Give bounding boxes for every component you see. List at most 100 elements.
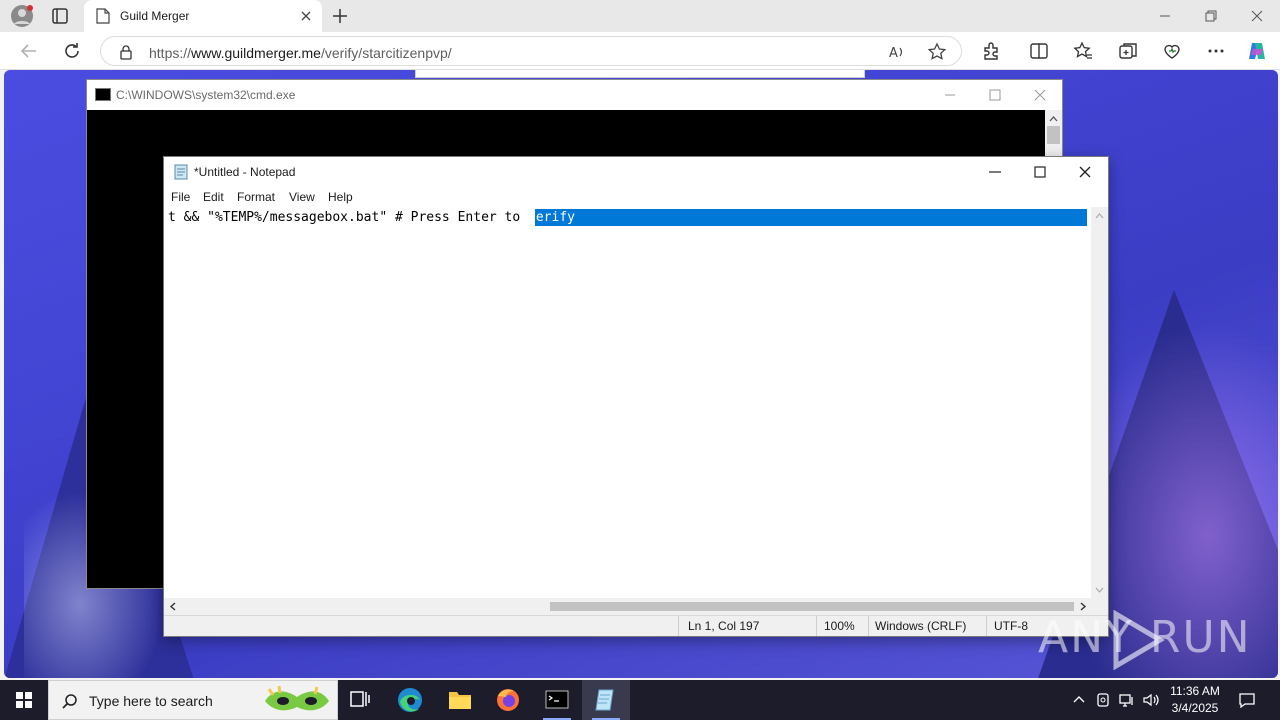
copilot-icon[interactable] (1246, 40, 1268, 62)
task-view-button[interactable] (336, 680, 384, 720)
taskbar-notepad[interactable] (582, 680, 630, 720)
favorite-star-icon[interactable] (927, 42, 947, 62)
refresh-icon[interactable] (61, 40, 83, 62)
page-icon (96, 8, 110, 24)
more-options-icon[interactable] (1205, 40, 1227, 62)
back-arrow-icon[interactable] (18, 40, 40, 62)
lock-icon[interactable] (119, 44, 133, 60)
tab-actions-icon[interactable] (48, 6, 72, 26)
notepad-text-area[interactable]: t && "%TEMP%/messagebox.bat" # Press Ent… (164, 207, 1092, 599)
cmd-app-icon (95, 88, 111, 101)
text-line-1: t && "%TEMP%/messagebox.bat" # Press Ent… (168, 209, 575, 227)
notepad-minimize-button[interactable] (972, 157, 1018, 187)
menu-help[interactable]: Help (328, 190, 353, 204)
cmd-minimize-button[interactable] (927, 80, 973, 110)
address-bar[interactable]: https://www.guildmerger.me/verify/starci… (100, 36, 962, 66)
terminal-icon (545, 690, 569, 709)
notepad-app-icon (173, 164, 189, 180)
windows-logo-icon (16, 692, 32, 708)
status-zoom: 100% (824, 619, 855, 633)
taskbar-firefox[interactable] (484, 680, 532, 720)
device-icon[interactable] (1094, 691, 1112, 709)
watermark-play-icon (1113, 610, 1165, 670)
tab-title: Guild Merger (120, 9, 190, 23)
cmd-maximize-button[interactable] (972, 80, 1018, 110)
close-browser-button[interactable] (1234, 0, 1280, 32)
new-tab-icon[interactable] (330, 6, 350, 26)
scroll-up-arrow-icon[interactable] (1091, 209, 1108, 223)
status-line-ending: Windows (CRLF) (875, 619, 967, 633)
notifications-icon[interactable] (1238, 691, 1256, 709)
read-aloud-icon[interactable]: A (887, 42, 907, 62)
status-divider (816, 616, 817, 636)
menu-edit[interactable]: Edit (203, 190, 224, 204)
extensions-icon[interactable] (980, 40, 1002, 62)
show-hidden-icons-chevron-icon[interactable] (1070, 691, 1088, 709)
menu-file[interactable]: File (171, 190, 190, 204)
notepad-close-button[interactable] (1062, 157, 1108, 187)
search-highlight-mask-icon (259, 683, 335, 719)
browser-toolbar: https://www.guildmerger.me/verify/starci… (0, 32, 1280, 70)
taskbar-cmd[interactable] (533, 680, 581, 720)
notepad-menu-bar: File Edit Format View Help (164, 187, 1108, 207)
selected-text: verify (528, 210, 575, 225)
notepad-title: *Untitled - Notepad (194, 165, 296, 179)
status-divider (868, 616, 869, 636)
folder-icon (449, 692, 471, 709)
taskbar-clock[interactable]: 11:36 AM 3/4/2025 (1166, 683, 1224, 717)
taskbar-file-explorer[interactable] (436, 680, 484, 720)
taskbar-edge[interactable] (386, 680, 434, 720)
taskbar-search-box[interactable]: Type here to search (48, 680, 338, 720)
browser-tab-bar: Guild Merger (0, 0, 1280, 32)
scroll-up-arrow-icon[interactable] (1045, 112, 1062, 126)
status-divider (986, 616, 987, 636)
tab-guild-merger[interactable]: Guild Merger (84, 0, 322, 32)
network-icon[interactable] (1118, 691, 1136, 709)
url-path: /verify/starcitizenpvp/ (320, 45, 452, 61)
edge-icon (398, 688, 422, 712)
menu-view[interactable]: View (289, 190, 315, 204)
horizontal-scroll-thumb[interactable] (550, 602, 1074, 611)
notepad-maximize-button[interactable] (1017, 157, 1063, 187)
url-domain: www.guildmerger.me (191, 45, 321, 61)
notepad-title-bar[interactable]: *Untitled - Notepad (164, 157, 1108, 187)
close-tab-icon[interactable] (298, 8, 314, 24)
notepad-icon (595, 689, 614, 711)
firefox-icon (497, 689, 519, 711)
search-placeholder: Type here to search (89, 693, 213, 709)
notepad-window[interactable]: *Untitled - Notepad File Edit Format Vie… (163, 156, 1109, 637)
scroll-down-arrow-icon[interactable] (1091, 583, 1108, 597)
cmd-scroll-thumb[interactable] (1047, 126, 1060, 144)
clock-time: 11:36 AM (1170, 684, 1220, 698)
web-page-fragment (415, 70, 865, 78)
status-encoding: UTF-8 (994, 619, 1028, 633)
restore-browser-button[interactable] (1188, 0, 1234, 32)
start-button[interactable] (0, 680, 48, 720)
menu-format[interactable]: Format (237, 190, 275, 204)
cmd-title-bar[interactable]: C:\WINDOWS\system32\cmd.exe (87, 80, 1062, 110)
url-text[interactable]: https://www.guildmerger.me/verify/starci… (149, 45, 452, 61)
task-view-icon (350, 691, 370, 707)
volume-icon[interactable] (1142, 691, 1160, 709)
notepad-status-bar: Ln 1, Col 197 100% Windows (CRLF) UTF-8 (164, 615, 1108, 636)
profile-icon[interactable] (10, 4, 34, 28)
status-cursor-position: Ln 1, Col 197 (688, 619, 760, 633)
notepad-horizontal-scrollbar[interactable] (164, 598, 1092, 615)
selection-highlight (535, 209, 1087, 226)
browser-essentials-icon[interactable] (1161, 40, 1183, 62)
collections-icon[interactable] (1117, 40, 1139, 62)
clock-date: 3/4/2025 (1171, 701, 1219, 715)
split-screen-icon[interactable] (1028, 40, 1050, 62)
line-text: t && "%TEMP%/messagebox.bat" # Press Ent… (168, 210, 529, 225)
search-icon (61, 693, 79, 711)
svg-text:A: A (889, 46, 898, 61)
url-prefix: https:// (149, 45, 192, 61)
notepad-vertical-scrollbar[interactable] (1091, 207, 1108, 599)
cmd-title: C:\WINDOWS\system32\cmd.exe (116, 88, 296, 102)
favorites-icon[interactable] (1072, 40, 1094, 62)
scroll-left-arrow-icon[interactable] (166, 598, 180, 615)
cmd-close-button[interactable] (1017, 80, 1063, 110)
minimize-browser-button[interactable] (1142, 0, 1188, 32)
status-divider (678, 616, 679, 636)
windows-taskbar: Type here to search 11:36 AM 3/4/2025 (0, 680, 1280, 720)
